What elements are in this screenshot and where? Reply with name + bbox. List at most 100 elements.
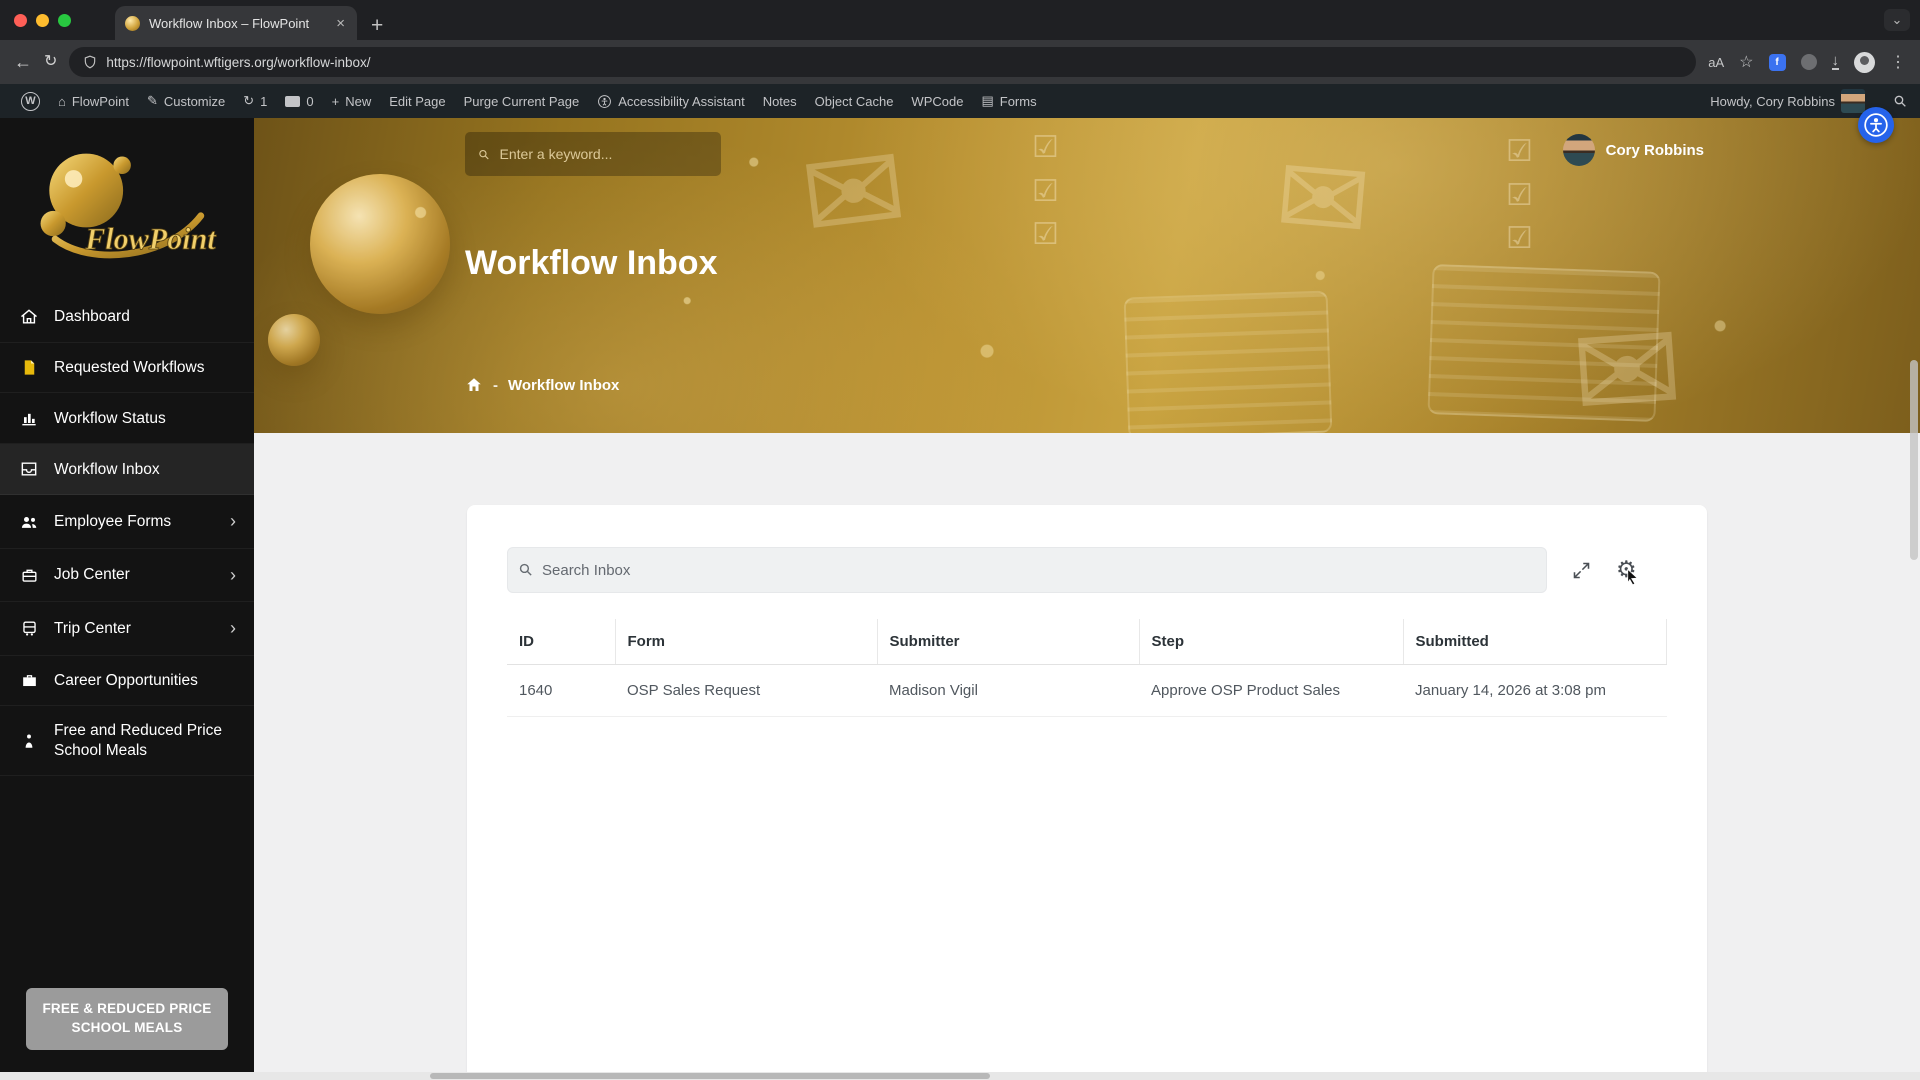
admin-search-button[interactable]	[1892, 93, 1908, 109]
admin-wpcode[interactable]: WPCode	[902, 84, 972, 118]
comment-icon	[285, 95, 301, 107]
horizontal-scrollbar-thumb[interactable]	[430, 1073, 990, 1079]
checklist-icon: ☑ ☑ ☑	[1506, 135, 1533, 255]
sidebar-item-label: Employee Forms	[54, 512, 172, 530]
inbox-card: ⚙ ID Form Submitter Step Submitted	[467, 505, 1707, 1080]
new-label: New	[345, 93, 372, 109]
panel-decoration	[1427, 264, 1661, 422]
admin-comments[interactable]: 0	[276, 84, 322, 118]
tab-title: Workflow Inbox – FlowPoint	[149, 15, 310, 31]
admin-howdy[interactable]: Howdy, Cory Robbins	[1701, 84, 1874, 118]
keyword-search-input[interactable]	[499, 146, 709, 162]
accessibility-person-icon	[1864, 113, 1888, 137]
sidebar-item-trip-center[interactable]: Trip Center ›	[0, 602, 254, 656]
wordpress-icon: W	[21, 91, 40, 111]
bus-icon	[18, 619, 40, 638]
table-row[interactable]: 1640 OSP Sales Request Madison Vigil App…	[507, 664, 1667, 717]
downloads-icon[interactable]: ↓	[1831, 53, 1839, 71]
person-icon	[18, 732, 40, 750]
browser-menu-icon[interactable]: ⋮	[1890, 52, 1906, 72]
free-reduced-meals-button[interactable]: FREE & REDUCED PRICE SCHOOL MEALS	[26, 988, 228, 1050]
sidebar-item-school-meals[interactable]: Free and Reduced Price School Meals	[0, 706, 254, 776]
accessibility-widget-button[interactable]	[1858, 107, 1894, 143]
search-icon	[479, 149, 489, 159]
column-header-form[interactable]: Form	[614, 619, 877, 665]
vertical-scrollbar[interactable]	[1910, 360, 1918, 560]
column-header-step[interactable]: Step	[1138, 619, 1403, 665]
sidebar-item-workflow-status[interactable]: Workflow Status	[0, 393, 254, 445]
sidebar-item-requested-workflows[interactable]: Requested Workflows	[0, 343, 254, 394]
close-window-button[interactable]	[14, 13, 27, 27]
admin-object-cache[interactable]: Object Cache	[806, 84, 903, 118]
bookmark-star-icon[interactable]: ☆	[1739, 52, 1753, 72]
minimize-window-button[interactable]	[36, 13, 49, 27]
horizontal-scrollbar[interactable]	[0, 1072, 1920, 1080]
sidebar-item-label: Dashboard	[54, 308, 130, 326]
admin-new[interactable]: + New	[323, 84, 381, 118]
address-bar[interactable]: https://flowpoint.wftigers.org/workflow-…	[69, 47, 1697, 77]
sidebar-item-label: Workflow Status	[54, 409, 166, 427]
user-menu[interactable]: Cory Robbins	[1562, 134, 1704, 166]
window-controls	[0, 0, 85, 40]
browser-profile-avatar[interactable]	[1854, 51, 1875, 73]
howdy-label: Howdy, Cory Robbins	[1710, 93, 1835, 109]
sidebar-item-label: Workflow Inbox	[54, 460, 160, 478]
accessibility-icon	[598, 94, 612, 108]
chevron-right-icon: ›	[230, 511, 236, 532]
updates-count: 1	[260, 93, 268, 109]
sidebar-item-workflow-inbox[interactable]: Workflow Inbox	[0, 444, 254, 496]
checklist-icon: ☑ ☑ ☑	[1032, 131, 1059, 251]
sidebar-item-job-center[interactable]: Job Center ›	[0, 549, 254, 603]
reload-button[interactable]: ↻	[44, 54, 57, 70]
admin-updates[interactable]: ↻ 1	[234, 84, 276, 118]
table-settings-button[interactable]: ⚙	[1616, 558, 1639, 586]
toolbar-icons: aA ☆ f ↓ ⋮	[1708, 51, 1906, 73]
breadcrumb-current: Workflow Inbox	[508, 376, 620, 394]
page-hero: ✉ ✉ ✉ ☑ ☑ ☑ ☑ ☑ ☑ Cory Robbins Workflow	[254, 118, 1920, 433]
sidebar: FlowPoint Dashboard Requested Workflows …	[0, 118, 254, 1080]
column-header-submitter[interactable]: Submitter	[876, 619, 1139, 665]
update-icon: ↻	[243, 93, 255, 108]
admin-notes[interactable]: Notes	[754, 84, 806, 118]
sidebar-nav: Dashboard Requested Workflows Workflow S…	[0, 292, 254, 776]
sidebar-item-label: Requested Workflows	[54, 359, 205, 376]
admin-avatar	[1841, 89, 1865, 113]
zoom-window-button[interactable]	[58, 13, 71, 27]
flowpoint-logo[interactable]: FlowPoint	[0, 118, 254, 292]
user-name: Cory Robbins	[1605, 141, 1704, 159]
sidebar-item-dashboard[interactable]: Dashboard	[0, 292, 254, 343]
tab-overflow-button[interactable]: ⌄	[1884, 9, 1910, 31]
cell-step: Approve OSP Product Sales	[1139, 664, 1403, 717]
expand-fullscreen-button[interactable]	[1571, 560, 1592, 581]
wp-logo-menu[interactable]: W	[12, 84, 49, 118]
forms-icon: ▤	[981, 93, 994, 108]
sidebar-item-career-opportunities[interactable]: Career Opportunities	[0, 656, 254, 707]
page: FlowPoint Dashboard Requested Workflows …	[0, 118, 1920, 1080]
admin-customize[interactable]: ✎ Customize	[138, 84, 234, 118]
column-header-submitted[interactable]: Submitted	[1402, 619, 1667, 665]
new-tab-button[interactable]: +	[371, 15, 383, 36]
home-icon[interactable]	[465, 376, 483, 394]
browser-toolbar: ← ↻ https://flowpoint.wftigers.org/workf…	[0, 40, 1920, 84]
user-avatar	[1562, 134, 1595, 166]
inbox-search-input[interactable]	[507, 547, 1547, 593]
back-button[interactable]: ←	[14, 53, 32, 71]
tab-close-icon[interactable]: ×	[334, 15, 347, 32]
comments-count: 0	[306, 93, 314, 109]
extension-blue-icon[interactable]: f	[1768, 53, 1786, 71]
text-size-icon[interactable]: aA	[1708, 55, 1724, 70]
admin-edit-page[interactable]: Edit Page	[380, 84, 454, 118]
browser-tab[interactable]: Workflow Inbox – FlowPoint ×	[115, 6, 357, 40]
url-text: https://flowpoint.wftigers.org/workflow-…	[106, 54, 371, 70]
home-icon: ⌂	[58, 93, 66, 109]
column-header-id[interactable]: ID	[507, 619, 615, 665]
admin-site-name[interactable]: ⌂ FlowPoint	[49, 84, 138, 118]
requested-workflows-icon	[18, 358, 40, 377]
sidebar-item-label: Career Opportunities	[54, 671, 198, 689]
extension-gray-icon[interactable]	[1800, 54, 1817, 70]
flowpoint-favicon-icon	[125, 15, 140, 31]
admin-accessibility-assistant[interactable]: Accessibility Assistant	[588, 84, 753, 118]
admin-purge-page[interactable]: Purge Current Page	[455, 84, 589, 118]
admin-forms[interactable]: ▤ Forms	[972, 84, 1045, 118]
sidebar-item-employee-forms[interactable]: Employee Forms ›	[0, 495, 254, 549]
